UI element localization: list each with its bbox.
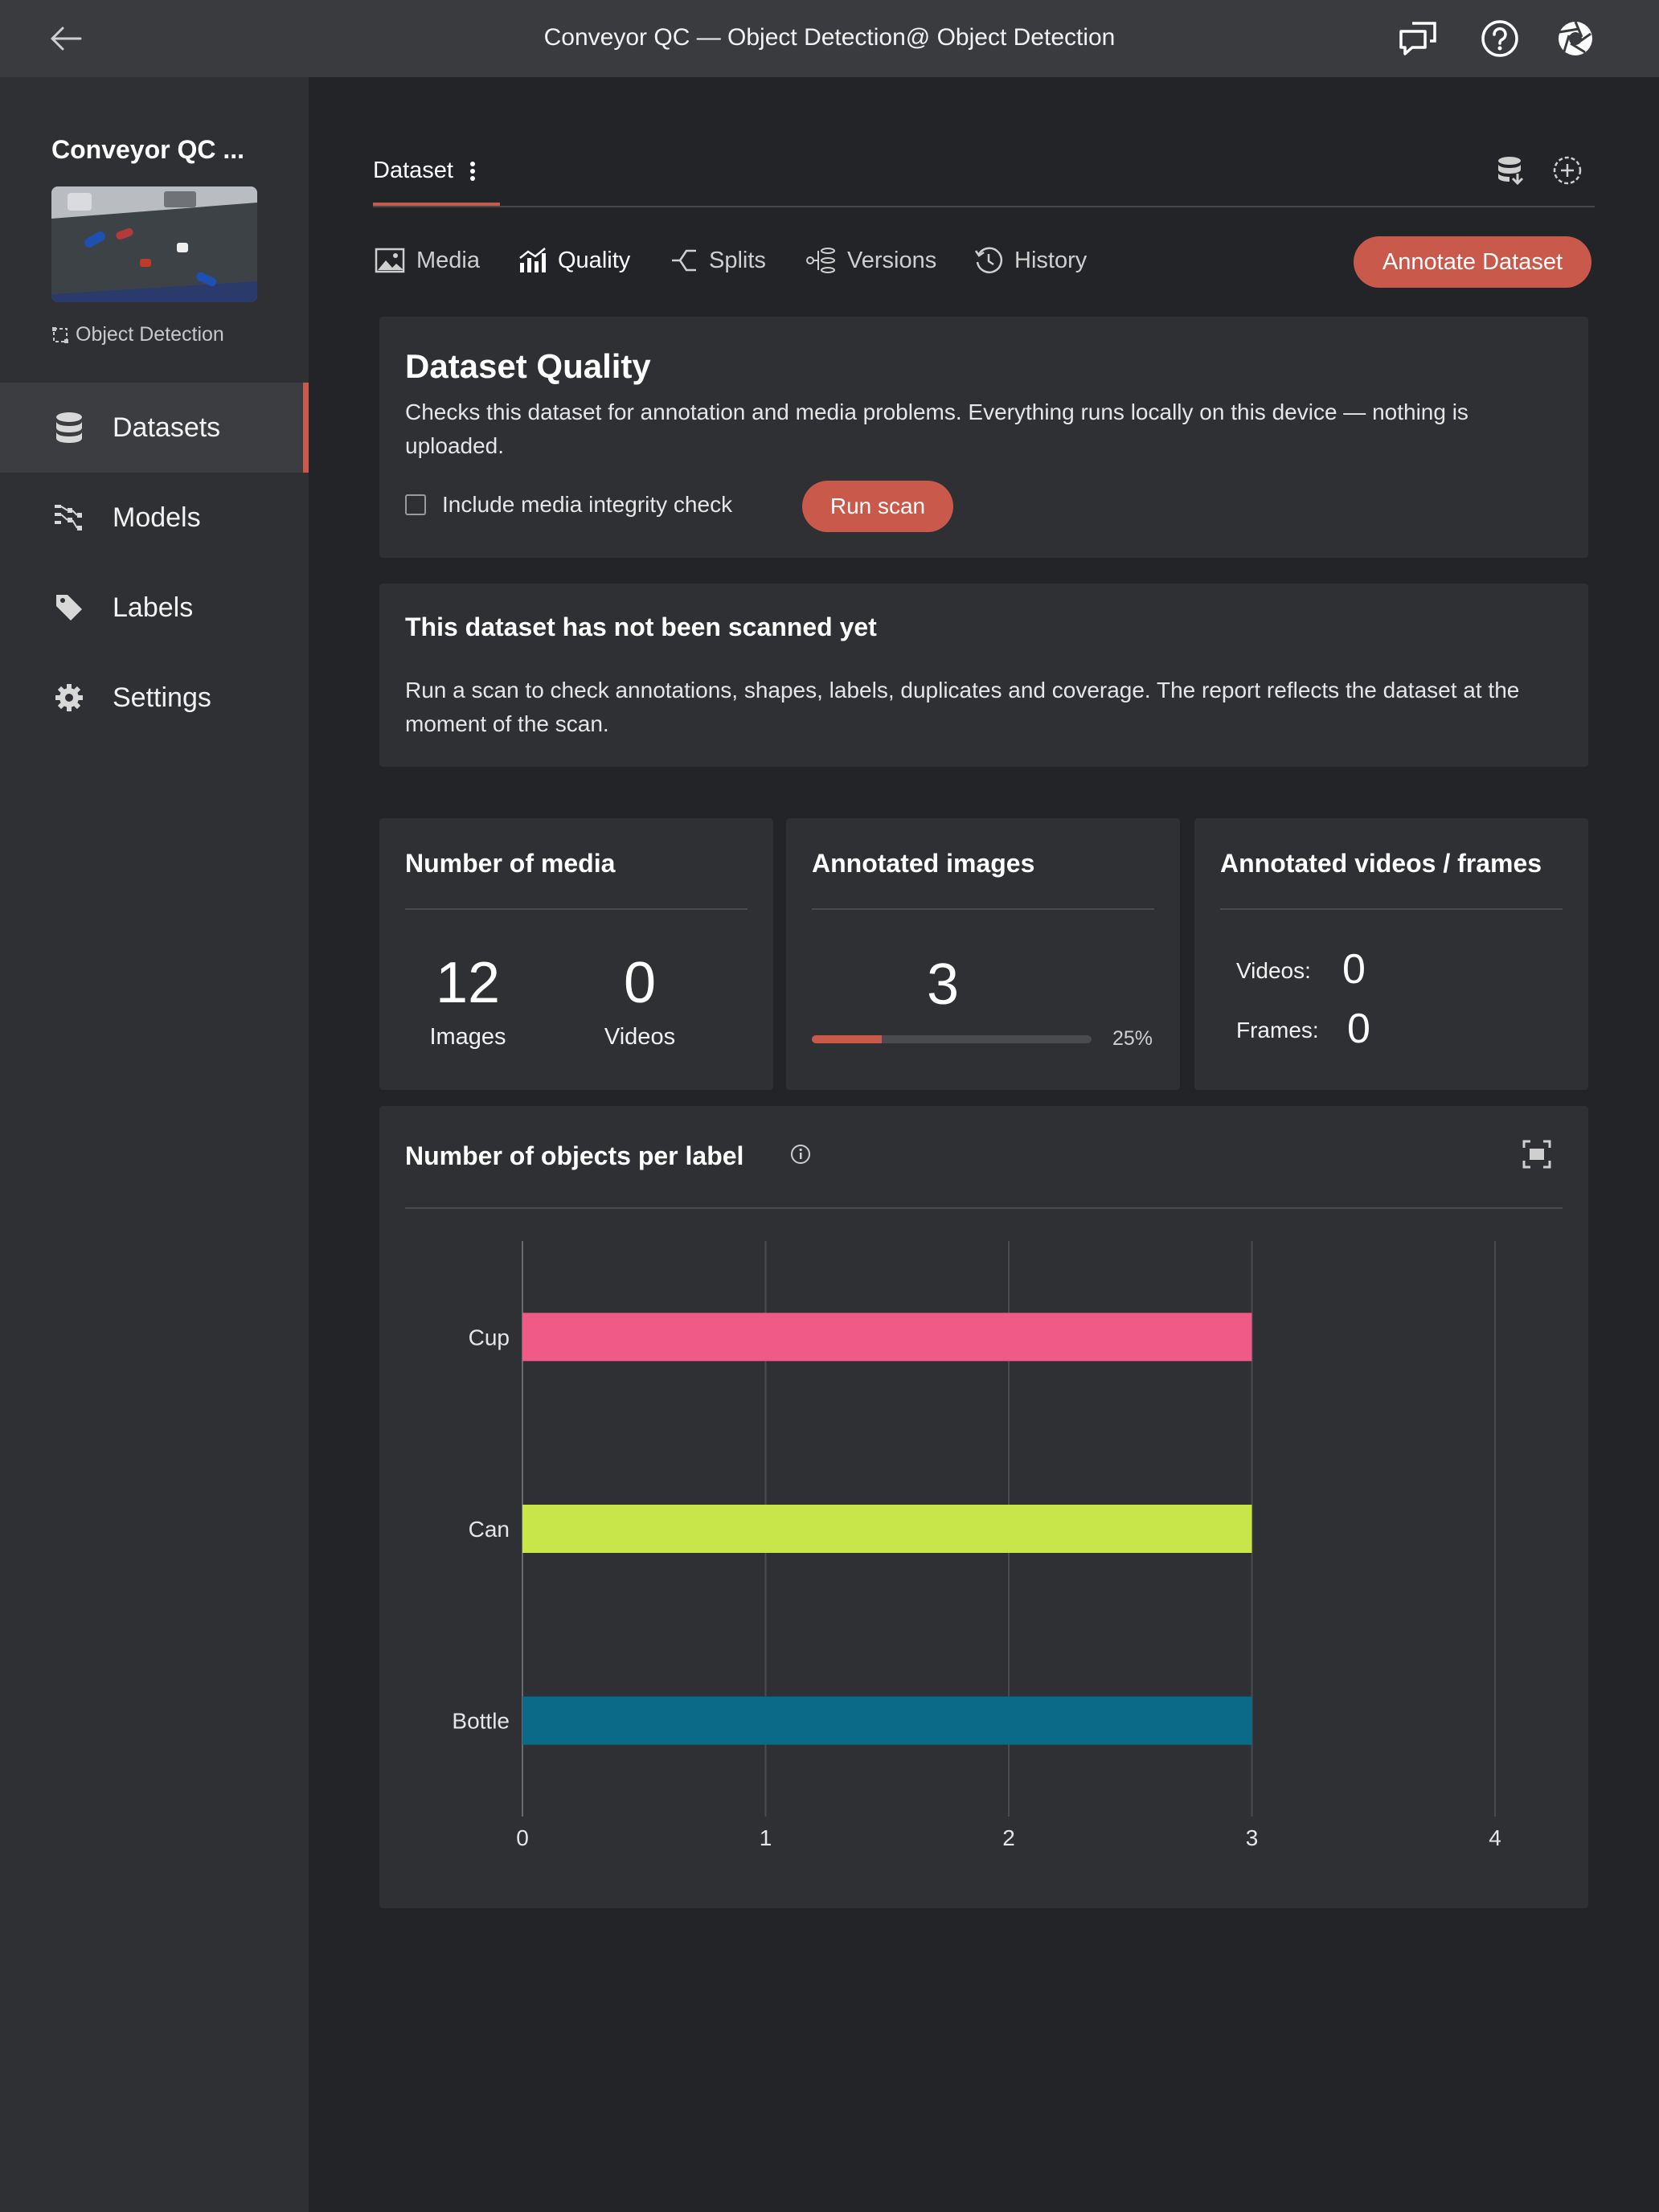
tab-media[interactable]: Media — [375, 243, 480, 278]
aperture-icon[interactable] — [1555, 18, 1596, 59]
y-category-label: Can — [469, 1517, 510, 1542]
card-divider — [1220, 908, 1563, 910]
card-title: Number of media — [405, 849, 616, 878]
annotation-progress-percent: 25% — [1112, 1027, 1153, 1050]
run-scan-button[interactable]: Run scan — [802, 481, 953, 532]
frames-value: 0 — [1347, 1006, 1370, 1052]
annotated-images-count: 3 — [926, 952, 960, 1017]
images-label: Images — [429, 1024, 506, 1050]
card-title: Annotated images — [812, 849, 1035, 878]
quality-description: Checks this dataset for annotation and m… — [405, 399, 1469, 458]
media-integrity-label: Include media integrity check — [442, 492, 733, 517]
tab-splits[interactable]: Splits — [670, 243, 766, 278]
x-tick-label: 2 — [1002, 1825, 1015, 1850]
y-category-label: Cup — [469, 1325, 510, 1350]
bar-can — [522, 1505, 1252, 1553]
frames-label: Frames: — [1236, 1018, 1319, 1043]
sidebar-item-label: Labels — [113, 592, 194, 623]
sidebar-item-label: Settings — [113, 682, 211, 713]
history-icon — [974, 247, 1003, 273]
annotation-progress-fill — [812, 1035, 882, 1043]
sidebar-item-label: Models — [113, 502, 201, 533]
number-of-media-card: Number of media 12 Images 0 Videos — [379, 818, 773, 1090]
x-tick-label: 3 — [1246, 1825, 1259, 1850]
quality-title: Dataset Quality — [405, 347, 651, 385]
dataset-tab-label: Dataset — [373, 158, 453, 183]
bar-cup — [522, 1313, 1252, 1362]
bounding-box-icon — [52, 326, 68, 343]
y-category-label: Bottle — [452, 1709, 510, 1734]
top-bar: Conveyor QC — Object Detection@ Object D… — [0, 0, 1659, 77]
tab-label: Quality — [558, 247, 631, 273]
images-count: 12 — [435, 951, 501, 1015]
annotation-progress-bar — [812, 1035, 1092, 1043]
not-scanned-panel: This dataset has not been scanned yet Ru… — [379, 584, 1588, 767]
objects-per-label-chart: 0 1 2 3 4 Cup Can Bottle — [452, 1241, 1501, 1850]
sidebar-item-label: Datasets — [113, 412, 221, 443]
gear-icon — [51, 680, 87, 715]
annotate-dataset-button[interactable]: Annotate Dataset — [1354, 236, 1591, 288]
objects-per-label-panel: Number of objects per label 0 1 2 3 4 Cup Can B… — [379, 1106, 1588, 1908]
project-name: Conveyor QC ... — [51, 135, 245, 164]
videos-value: 0 — [1342, 946, 1366, 993]
task-type-label: Object Detection — [76, 323, 224, 346]
versions-icon — [806, 248, 835, 273]
annotated-videos-card: Annotated videos / frames Videos: 0 Fram… — [1194, 818, 1588, 1090]
videos-label: Videos — [604, 1024, 676, 1050]
card-title: Annotated videos / frames — [1220, 849, 1542, 878]
database-icon — [51, 410, 87, 445]
chart-icon — [519, 248, 546, 272]
tab-quality[interactable]: Quality — [518, 243, 630, 278]
bar-bottle — [522, 1696, 1252, 1745]
models-icon — [51, 500, 87, 535]
tab-history[interactable]: History — [974, 243, 1087, 278]
videos-count: 0 — [623, 951, 657, 1015]
sidebar-item-settings[interactable]: Settings — [0, 653, 309, 743]
task-type: Object Detection — [51, 323, 224, 346]
annotated-images-card: Annotated images 3 25% — [786, 818, 1180, 1090]
sidebar: Conveyor QC ... Object Detection Dataset… — [0, 77, 309, 2212]
not-scanned-description: Run a scan to check annotations, shapes,… — [405, 678, 1520, 736]
tab-label: Media — [416, 247, 480, 273]
sidebar-item-labels[interactable]: Labels — [0, 563, 309, 653]
tab-versions[interactable]: Versions — [805, 243, 936, 278]
card-divider — [812, 908, 1154, 910]
tab-divider — [373, 206, 1595, 207]
card-divider — [405, 908, 748, 910]
media-integrity-checkbox[interactable] — [405, 494, 426, 515]
chat-icon[interactable] — [1397, 18, 1439, 59]
x-tick-label: 0 — [516, 1825, 529, 1850]
dataset-quality-panel: Dataset Quality Checks this dataset for … — [379, 317, 1588, 558]
tab-label: Versions — [847, 247, 937, 273]
sidebar-item-datasets[interactable]: Datasets — [0, 383, 309, 473]
x-tick-label: 4 — [1489, 1825, 1501, 1850]
dataset-export-icon[interactable] — [1493, 153, 1529, 188]
tab-dataset[interactable]: Dataset — [373, 158, 476, 184]
sidebar-item-models[interactable]: Models — [0, 473, 309, 563]
project-thumbnail — [51, 186, 257, 302]
splits-icon — [672, 249, 696, 272]
tab-label: Splits — [709, 247, 766, 273]
tag-icon — [51, 590, 87, 625]
more-options-icon[interactable] — [469, 160, 476, 182]
help-icon[interactable] — [1479, 18, 1521, 59]
tab-label: History — [1014, 247, 1088, 273]
videos-label: Videos: — [1236, 958, 1311, 983]
x-tick-label: 1 — [760, 1825, 772, 1850]
add-dataset-icon[interactable] — [1550, 153, 1585, 188]
not-scanned-title: This dataset has not been scanned yet — [405, 612, 877, 641]
image-icon — [375, 248, 405, 273]
media-integrity-option: Include media integrity check — [405, 492, 732, 518]
